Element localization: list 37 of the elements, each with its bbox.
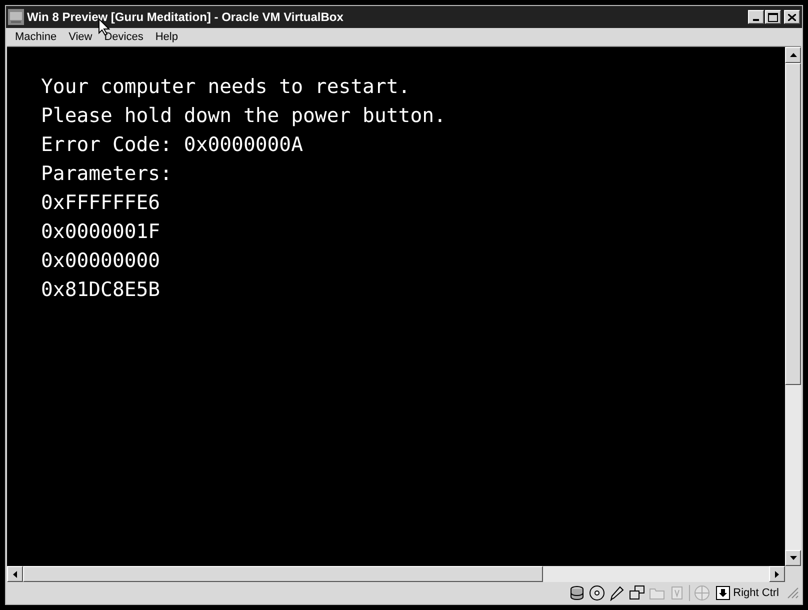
console-line: Please hold down the power button. [41, 103, 446, 129]
console-line: 0xFFFFFFE6 [41, 190, 160, 216]
down-arrow-icon [790, 556, 796, 560]
resize-grip-icon[interactable] [787, 587, 799, 599]
close-icon [788, 14, 796, 20]
left-arrow-icon [13, 570, 17, 578]
scroll-left-button[interactable] [7, 566, 23, 582]
console-line: 0x81DC8E5B [41, 277, 160, 303]
scroll-up-button[interactable] [785, 47, 801, 63]
host-key-label: Right Ctrl [733, 586, 779, 601]
console-line: Parameters: [41, 161, 172, 187]
console-line: 0x0000001F [41, 219, 160, 245]
minimize-button[interactable] [748, 10, 764, 24]
close-button[interactable] [784, 10, 800, 24]
menu-item[interactable]: Machine [9, 28, 63, 46]
console-line: 0x00000000 [41, 248, 160, 274]
console-line: Your computer needs to restart. [41, 74, 410, 100]
host-key-icon [716, 586, 730, 600]
disks-icon[interactable] [569, 585, 586, 601]
app-icon [8, 9, 24, 25]
menu-item[interactable]: View [62, 28, 98, 46]
window-title: Win 8 Preview [Guru Meditation] - Oracle VM VirtualBox [27, 9, 344, 26]
scrollbar-thumb[interactable] [785, 63, 801, 385]
scroll-down-button[interactable] [785, 550, 801, 566]
menu-item[interactable]: Help [149, 28, 184, 46]
maximize-icon [768, 12, 778, 22]
pen-icon[interactable] [609, 585, 626, 601]
console-line: Error Code: 0x0000000A [41, 132, 304, 158]
menu-item[interactable]: Devices [98, 28, 150, 46]
right-arrow-icon [775, 570, 779, 578]
up-arrow-icon [790, 53, 796, 57]
disc-icon[interactable] [589, 585, 606, 601]
scroll-right-button[interactable] [769, 566, 785, 582]
scrollbar-thumb[interactable] [23, 566, 543, 582]
maximize-button[interactable] [765, 10, 781, 24]
windows-icon[interactable] [629, 585, 646, 601]
minimize-icon [753, 19, 759, 21]
